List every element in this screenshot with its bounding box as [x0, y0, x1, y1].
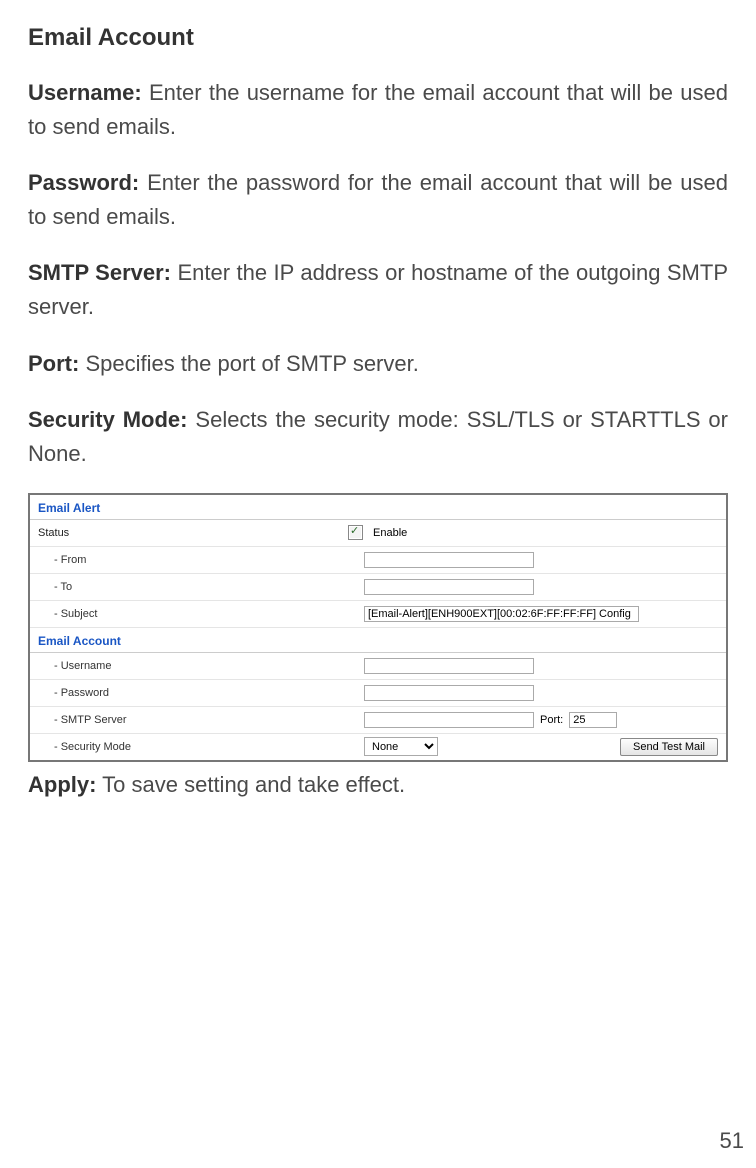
security-mode-lead: Security Mode:	[28, 407, 188, 432]
subject-input[interactable]	[364, 606, 639, 622]
to-row: - To	[30, 574, 726, 601]
security-mode-paragraph: Security Mode: Selects the security mode…	[28, 403, 728, 471]
password-paragraph: Password: Enter the password for the ema…	[28, 166, 728, 234]
port-label: Port:	[540, 714, 563, 726]
from-row: - From	[30, 547, 726, 574]
username-lead: Username:	[28, 80, 142, 105]
to-input[interactable]	[364, 579, 534, 595]
port-input[interactable]	[569, 712, 617, 728]
smtp-label: - SMTP Server	[38, 714, 364, 726]
page-number: 51	[720, 1128, 744, 1154]
to-label: - To	[38, 581, 364, 593]
smtp-server-input[interactable]	[364, 712, 534, 728]
apply-text: To save setting and take effect.	[96, 772, 405, 797]
security-mode-select[interactable]: None	[364, 737, 438, 756]
panel-title-email-alert: Email Alert	[30, 495, 726, 520]
security-mode-label: - Security Mode	[38, 741, 364, 753]
password-label: - Password	[38, 687, 364, 699]
security-mode-row: - Security Mode None Send Test Mail	[30, 734, 726, 760]
subject-label: - Subject	[38, 608, 364, 620]
enable-label: Enable	[373, 527, 407, 539]
password-row: - Password	[30, 680, 726, 707]
status-label: Status	[38, 527, 348, 539]
status-row: Status Enable	[30, 520, 726, 547]
smtp-lead: SMTP Server:	[28, 260, 171, 285]
panel-title-email-account: Email Account	[30, 628, 726, 653]
username-row: - Username	[30, 653, 726, 680]
password-lead: Password:	[28, 170, 139, 195]
send-test-mail-button[interactable]: Send Test Mail	[620, 738, 718, 756]
port-lead: Port:	[28, 351, 79, 376]
from-label: - From	[38, 554, 364, 566]
enable-checkbox[interactable]	[348, 525, 363, 540]
subject-row: - Subject	[30, 601, 726, 628]
password-input[interactable]	[364, 685, 534, 701]
username-input[interactable]	[364, 658, 534, 674]
apply-paragraph: Apply: To save setting and take effect.	[28, 768, 728, 802]
username-label: - Username	[38, 660, 364, 672]
smtp-paragraph: SMTP Server: Enter the IP address or hos…	[28, 256, 728, 324]
apply-lead: Apply:	[28, 772, 96, 797]
from-input[interactable]	[364, 552, 534, 568]
username-paragraph: Username: Enter the username for the ema…	[28, 76, 728, 144]
smtp-row: - SMTP Server Port:	[30, 707, 726, 734]
email-alert-panel: Email Alert Status Enable - From - To - …	[28, 493, 728, 762]
section-heading: Email Account	[28, 24, 728, 52]
port-paragraph: Port: Specifies the port of SMTP server.	[28, 347, 728, 381]
port-text: Specifies the port of SMTP server.	[79, 351, 419, 376]
